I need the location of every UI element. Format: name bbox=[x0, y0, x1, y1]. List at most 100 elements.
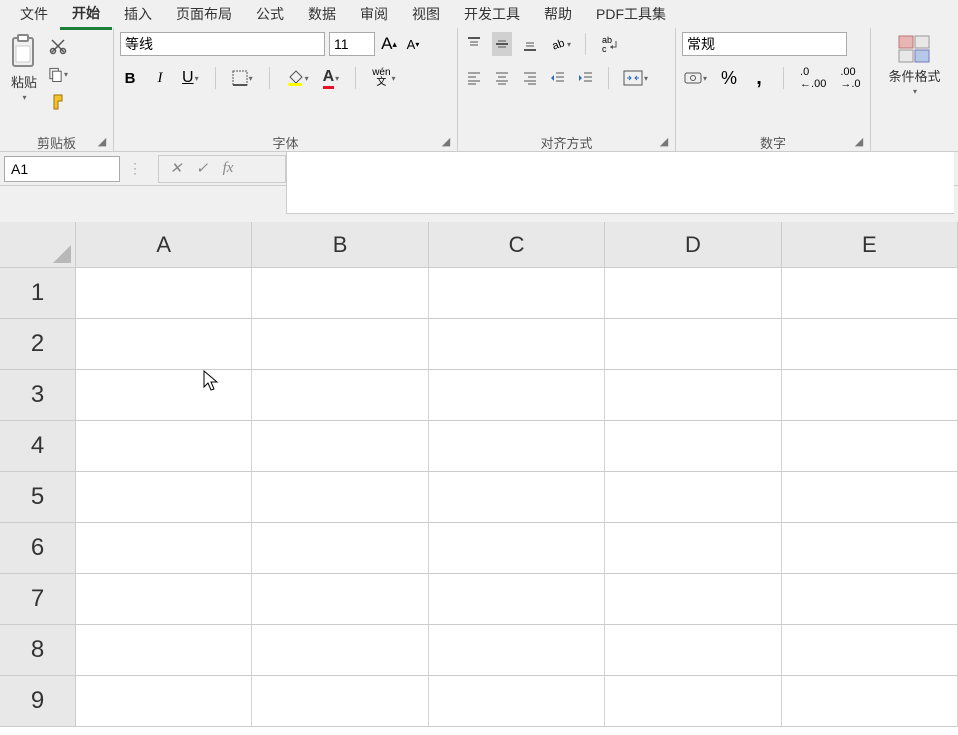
tab-home[interactable]: 开始 bbox=[60, 0, 112, 30]
conditional-format-button[interactable]: 条件格式 ▾ bbox=[884, 32, 944, 98]
format-painter-button[interactable] bbox=[46, 90, 70, 114]
cell-E4[interactable] bbox=[782, 421, 958, 471]
row-header-2[interactable]: 2 bbox=[0, 319, 76, 369]
fill-color-button[interactable]: ▾ bbox=[284, 66, 311, 90]
column-header-a[interactable]: A bbox=[76, 222, 252, 267]
select-all-corner[interactable] bbox=[0, 222, 76, 267]
tab-data[interactable]: 数据 bbox=[296, 0, 348, 28]
cut-button[interactable] bbox=[46, 34, 70, 58]
increase-decimal-button[interactable]: .0←.00 bbox=[798, 66, 828, 90]
cell-D8[interactable] bbox=[605, 625, 781, 675]
number-launcher[interactable]: ◢ bbox=[852, 135, 866, 149]
underline-button[interactable]: U▾ bbox=[180, 66, 201, 90]
enter-formula-button[interactable]: ✓ bbox=[193, 160, 211, 178]
cell-B7[interactable] bbox=[252, 574, 428, 624]
bold-button[interactable]: B bbox=[120, 66, 140, 90]
wrap-text-button[interactable]: abc bbox=[598, 32, 622, 56]
row-header-3[interactable]: 3 bbox=[0, 370, 76, 420]
cell-B4[interactable] bbox=[252, 421, 428, 471]
fx-button[interactable]: fx bbox=[219, 160, 237, 178]
cell-C7[interactable] bbox=[429, 574, 605, 624]
currency-button[interactable]: ▾ bbox=[682, 66, 709, 90]
cell-B2[interactable] bbox=[252, 319, 428, 369]
tab-file[interactable]: 文件 bbox=[8, 0, 60, 28]
tab-pdf[interactable]: PDF工具集 bbox=[584, 0, 678, 28]
tab-developer[interactable]: 开发工具 bbox=[452, 0, 532, 28]
row-header-9[interactable]: 9 bbox=[0, 676, 76, 726]
cell-D4[interactable] bbox=[605, 421, 781, 471]
cell-C2[interactable] bbox=[429, 319, 605, 369]
cell-B1[interactable] bbox=[252, 268, 428, 318]
cell-D7[interactable] bbox=[605, 574, 781, 624]
row-header-8[interactable]: 8 bbox=[0, 625, 76, 675]
merge-cells-button[interactable]: ▾ bbox=[621, 66, 650, 90]
cell-C6[interactable] bbox=[429, 523, 605, 573]
align-top-button[interactable] bbox=[464, 32, 484, 56]
cell-A4[interactable] bbox=[76, 421, 252, 471]
cell-C3[interactable] bbox=[429, 370, 605, 420]
cell-A2[interactable] bbox=[76, 319, 252, 369]
font-name-select[interactable] bbox=[120, 32, 325, 56]
cell-B6[interactable] bbox=[252, 523, 428, 573]
align-right-button[interactable] bbox=[520, 66, 540, 90]
tab-help[interactable]: 帮助 bbox=[532, 0, 584, 28]
cell-E1[interactable] bbox=[782, 268, 958, 318]
decrease-indent-button[interactable] bbox=[548, 66, 568, 90]
column-header-c[interactable]: C bbox=[429, 222, 605, 267]
paste-button[interactable]: 粘贴 ▾ bbox=[6, 32, 42, 104]
orientation-button[interactable]: ab▾ bbox=[548, 32, 573, 56]
number-format-select[interactable] bbox=[682, 32, 847, 56]
column-header-b[interactable]: B bbox=[252, 222, 428, 267]
italic-button[interactable]: I bbox=[150, 66, 170, 90]
border-button[interactable]: ▾ bbox=[230, 66, 255, 90]
cell-E8[interactable] bbox=[782, 625, 958, 675]
cell-B9[interactable] bbox=[252, 676, 428, 726]
cell-A5[interactable] bbox=[76, 472, 252, 522]
cell-A8[interactable] bbox=[76, 625, 252, 675]
cell-A6[interactable] bbox=[76, 523, 252, 573]
font-color-button[interactable]: A▾ bbox=[321, 66, 342, 90]
cell-D5[interactable] bbox=[605, 472, 781, 522]
row-header-6[interactable]: 6 bbox=[0, 523, 76, 573]
tab-view[interactable]: 视图 bbox=[400, 0, 452, 28]
cell-E2[interactable] bbox=[782, 319, 958, 369]
row-header-5[interactable]: 5 bbox=[0, 472, 76, 522]
cell-D3[interactable] bbox=[605, 370, 781, 420]
tab-formulas[interactable]: 公式 bbox=[244, 0, 296, 28]
cell-A7[interactable] bbox=[76, 574, 252, 624]
cell-C5[interactable] bbox=[429, 472, 605, 522]
decrease-decimal-button[interactable]: .00→.0 bbox=[838, 66, 862, 90]
copy-button[interactable]: ▾ bbox=[46, 62, 70, 86]
align-center-button[interactable] bbox=[492, 66, 512, 90]
alignment-launcher[interactable]: ◢ bbox=[657, 135, 671, 149]
font-launcher[interactable]: ◢ bbox=[439, 135, 453, 149]
cancel-formula-button[interactable]: ✕ bbox=[167, 160, 185, 178]
increase-indent-button[interactable] bbox=[576, 66, 596, 90]
font-size-select[interactable] bbox=[329, 32, 375, 56]
formula-input[interactable] bbox=[286, 152, 954, 214]
clipboard-launcher[interactable]: ◢ bbox=[95, 135, 109, 149]
cell-A1[interactable] bbox=[76, 268, 252, 318]
cell-A3[interactable] bbox=[76, 370, 252, 420]
align-left-button[interactable] bbox=[464, 66, 484, 90]
cell-E6[interactable] bbox=[782, 523, 958, 573]
row-header-4[interactable]: 4 bbox=[0, 421, 76, 471]
cell-E9[interactable] bbox=[782, 676, 958, 726]
align-middle-button[interactable] bbox=[492, 32, 512, 56]
cell-E3[interactable] bbox=[782, 370, 958, 420]
cell-C1[interactable] bbox=[429, 268, 605, 318]
tab-review[interactable]: 审阅 bbox=[348, 0, 400, 28]
cell-B8[interactable] bbox=[252, 625, 428, 675]
cell-D1[interactable] bbox=[605, 268, 781, 318]
percent-button[interactable]: % bbox=[719, 66, 739, 90]
cell-E5[interactable] bbox=[782, 472, 958, 522]
row-header-7[interactable]: 7 bbox=[0, 574, 76, 624]
comma-button[interactable]: , bbox=[749, 66, 769, 90]
cell-C8[interactable] bbox=[429, 625, 605, 675]
cell-D9[interactable] bbox=[605, 676, 781, 726]
cell-B5[interactable] bbox=[252, 472, 428, 522]
cell-B3[interactable] bbox=[252, 370, 428, 420]
cell-A9[interactable] bbox=[76, 676, 252, 726]
tab-page-layout[interactable]: 页面布局 bbox=[164, 0, 244, 28]
name-box[interactable] bbox=[4, 156, 120, 182]
